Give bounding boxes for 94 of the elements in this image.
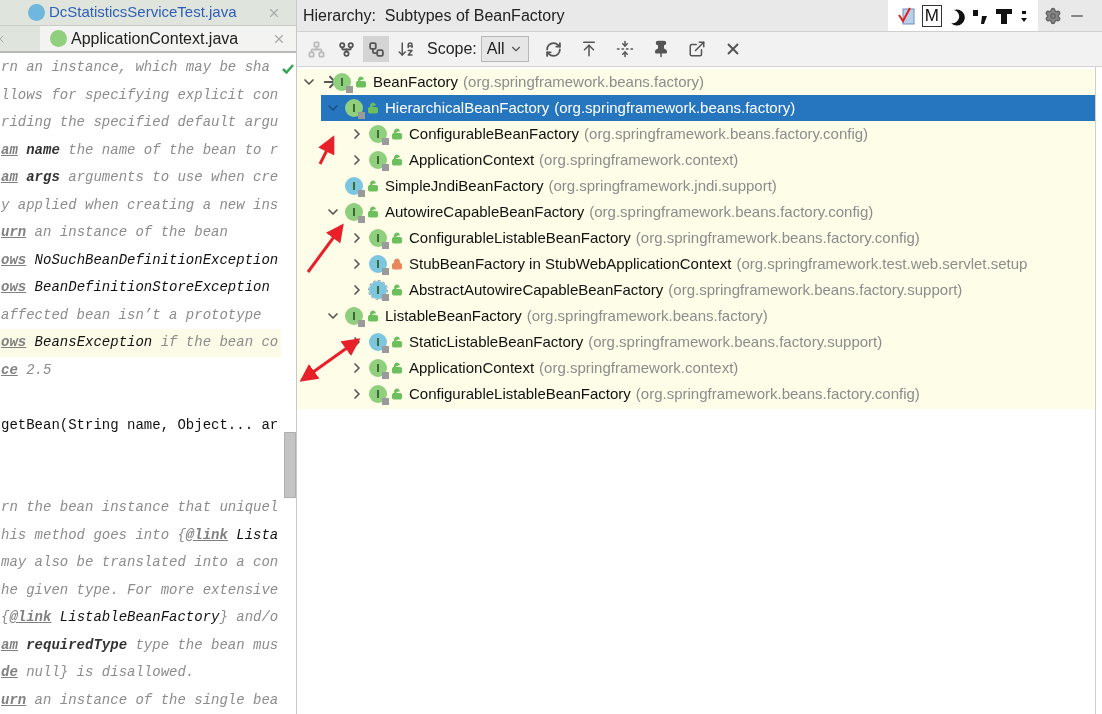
interface-icon xyxy=(369,229,387,247)
code-line: y applied when creating a new ins xyxy=(0,195,280,215)
package-name: (org.springframework.beans.factory) xyxy=(463,71,704,92)
code-line: his method goes into {@link Lista xyxy=(0,525,280,545)
class-icon xyxy=(369,255,387,273)
annotation-arrow xyxy=(306,223,344,273)
package-name: (org.springframework.context) xyxy=(539,149,739,170)
package-name: (org.springframework.context) xyxy=(539,357,739,378)
tree-row[interactable]: ConfigurableListableBeanFactory (org.springframework.beans.factory.config) xyxy=(345,381,1095,407)
tree-row[interactable]: ConfigurableListableBeanFactory (org.springframework.beans.factory.config) xyxy=(345,225,1095,251)
scrollbar-thumb[interactable] xyxy=(284,432,296,498)
editor-tab[interactable]: ApplicationContext.java xyxy=(40,26,296,51)
annotation-arrow xyxy=(318,135,335,165)
scope-label: Scope: xyxy=(427,39,477,59)
type-name: AutowireCapableBeanFactory xyxy=(385,201,585,222)
interface-icon xyxy=(369,359,387,377)
tree-row[interactable]: ApplicationContext (org.springframework.context) xyxy=(345,355,1095,381)
tree-row[interactable]: AutowireCapableBeanFactory (org.springframework.beans.factory.config) xyxy=(321,199,1095,225)
package-name: (org.springframework.test.web.servlet.setup xyxy=(736,253,1028,274)
settings-icon[interactable] xyxy=(1044,6,1062,25)
code-line: affected bean isn’t a prototype xyxy=(0,305,263,325)
package-name: (org.springframework.beans.factory.config) xyxy=(589,201,874,222)
code-line: am requiredType type the bean mus xyxy=(0,635,280,655)
interface-icon xyxy=(50,30,67,47)
hierarchy-mode-icon xyxy=(307,40,325,58)
package-name: (org.springframework.beans.factory) xyxy=(526,305,768,326)
code-line: he given type. For more extensive xyxy=(0,580,280,600)
interface-icon xyxy=(369,151,387,169)
interface-icon xyxy=(369,125,387,143)
tree-row[interactable]: ConfigurableBeanFactory (org.springframework.beans.factory.config) xyxy=(345,121,1095,147)
tree-row[interactable]: AbstractAutowireCapableBeanFactory (org.springframework.beans.factory.support) xyxy=(345,277,1095,303)
code-line: llows for specifying explicit con xyxy=(0,85,280,105)
hierarchy-mode-icon xyxy=(367,40,385,58)
check-icon xyxy=(282,64,294,74)
type-name: SimpleJndiBeanFactory xyxy=(385,175,544,196)
expand-all-icon[interactable] xyxy=(615,40,634,58)
type-name: AbstractAutowireCapableBeanFactory xyxy=(409,279,664,300)
interface-icon xyxy=(369,385,387,403)
open-in-window-icon[interactable] xyxy=(687,40,706,58)
code-line: may also be translated into a con xyxy=(0,553,280,572)
package-name: (org.springframework.beans.factory.config) xyxy=(635,227,920,248)
package-name: (org.springframework.jndi.support) xyxy=(548,175,777,196)
tree-row[interactable]: HierarchicalBeanFactory (org.springframework.beans.factory) xyxy=(321,95,1095,121)
tree-row[interactable]: SimpleJndiBeanFactory (org.springframework.jndi.support) xyxy=(321,173,1095,199)
scope-dropdown[interactable]: All xyxy=(480,36,529,62)
refresh-icon[interactable] xyxy=(544,40,562,58)
package-name: (org.springframework.beans.factory.config) xyxy=(584,123,869,144)
tree-row[interactable]: ApplicationContext (org.springframework.context) xyxy=(345,147,1095,173)
interface-icon xyxy=(345,203,363,221)
package-name: (org.springframework.beans.factory) xyxy=(554,97,796,118)
type-name: StubBeanFactory in StubWebApplicationContext xyxy=(409,253,732,274)
type-name: StaticListableBeanFactory xyxy=(409,331,584,352)
code-line: rn the bean instance that uniquel xyxy=(0,498,280,517)
code-line: de null} is disallowed. xyxy=(0,663,196,682)
code-line: riding the specified default argu xyxy=(0,113,280,132)
type-name: ApplicationContext xyxy=(409,149,535,170)
class-icon xyxy=(369,281,387,299)
type-name: BeanFactory xyxy=(373,71,459,92)
code-line: getBean(String name, Object... ar xyxy=(0,415,280,435)
annotation-arrow xyxy=(299,338,361,382)
code-line: ows NoSuchBeanDefinitionException xyxy=(0,250,280,270)
code-line: {@link ListableBeanFactory} and/o xyxy=(0,608,280,627)
type-name: ConfigurableListableBeanFactory xyxy=(409,383,631,404)
panel-title: Hierarchy: Subtypes of BeanFactory xyxy=(302,5,565,26)
view-mode-button[interactable] xyxy=(363,36,389,62)
interface-icon xyxy=(345,307,363,325)
tree-row[interactable]: BeanFactory (org.springframework.beans.factory) xyxy=(297,69,1095,95)
tree-row[interactable]: StaticListableBeanFactory (org.springframework.beans.factory.support) xyxy=(345,329,1095,355)
code-line: am name the name of the bean to r xyxy=(0,140,280,160)
code-line: urn an instance of the single bea xyxy=(0,690,280,710)
type-name: ListableBeanFactory xyxy=(385,305,522,326)
tree-row[interactable]: ListableBeanFactory (org.springframework.beans.factory) xyxy=(321,303,1095,329)
hierarchy-mode-icon xyxy=(337,40,355,58)
class-icon xyxy=(28,4,45,21)
package-name: (org.springframework.beans.factory.support) xyxy=(588,331,883,352)
type-name: ApplicationContext xyxy=(409,357,535,378)
tree-row[interactable]: StubBeanFactory in StubWebApplicationContext (org.springframework.test.web.servlet.setup xyxy=(345,251,1095,277)
interface-icon xyxy=(345,99,363,117)
code-line: am args arguments to use when cre xyxy=(0,168,280,187)
package-name: (org.springframework.beans.factory.support) xyxy=(668,279,963,300)
class-icon xyxy=(345,177,363,195)
code-line: ce 2.5 xyxy=(0,360,53,380)
code-line: rn an instance, which may be sha xyxy=(0,58,271,77)
code-line: ows BeanDefinitionStoreException xyxy=(0,278,271,297)
package-name: (org.springframework.beans.factory.config) xyxy=(635,383,920,404)
type-name: ConfigurableBeanFactory xyxy=(409,123,580,144)
class-icon xyxy=(369,333,387,351)
type-name: ConfigurableListableBeanFactory xyxy=(409,227,631,248)
type-name: HierarchicalBeanFactory xyxy=(385,97,550,118)
mode-key[interactable]: M xyxy=(921,4,942,27)
code-line: urn an instance of the bean xyxy=(0,223,229,242)
document-check-icon[interactable] xyxy=(897,5,916,26)
sort-icon[interactable] xyxy=(397,40,415,58)
interface-icon xyxy=(333,73,351,91)
